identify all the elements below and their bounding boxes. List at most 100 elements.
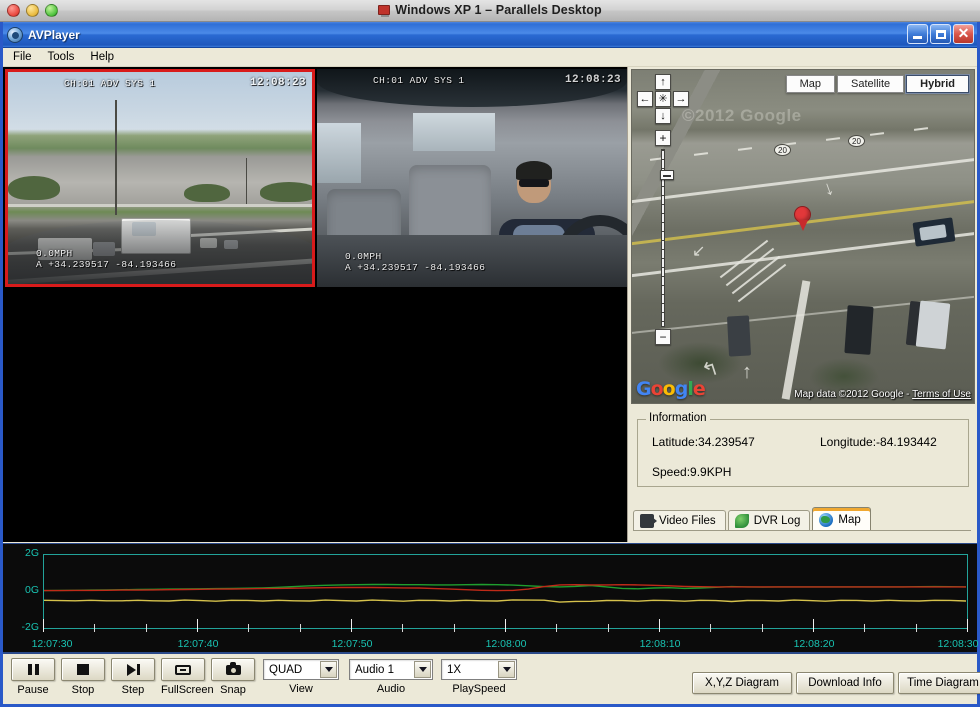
video-1-osd-speed: 0.0MPH <box>36 248 73 259</box>
close-button[interactable]: ✕ <box>953 24 974 44</box>
tab-map-label: Map <box>838 514 860 526</box>
speed-value: Speed:9.9KPH <box>652 465 731 479</box>
gforce-chart[interactable]: 2G0G-2G12:07:3012:07:4012:07:5012:08:001… <box>3 543 977 653</box>
xyz-diagram-button[interactable]: X,Y,Z Diagram <box>692 672 792 694</box>
cabin-camera-view: CH:01 ADV SYS 1 12:08:23 0.0MPH A +34.23… <box>317 69 627 287</box>
map-zoom-control[interactable]: + − <box>655 130 671 345</box>
map-pan-control[interactable]: ↑ ← ✳ → ↓ <box>637 74 689 120</box>
pause-icon <box>28 664 39 675</box>
snap-button[interactable] <box>211 658 255 681</box>
maximize-button[interactable] <box>930 24 951 44</box>
audio-select[interactable]: Audio 1 <box>349 659 433 680</box>
lane-arrow-2: ↑ <box>742 362 752 382</box>
fullscreen-control[interactable]: FullScreen <box>161 658 214 696</box>
stop-button[interactable] <box>61 658 105 681</box>
view-control[interactable]: QUAD View <box>263 659 339 695</box>
time-diagram-button[interactable]: Time Diagram <box>898 672 980 694</box>
chart-series-z <box>44 600 966 602</box>
information-legend: Information <box>646 412 710 424</box>
pause-label: Pause <box>11 684 55 696</box>
video-2-osd-channel: CH:01 ADV SYS 1 <box>373 75 465 86</box>
zoom-slider-track[interactable] <box>661 149 665 327</box>
tab-map[interactable]: Map <box>812 507 870 531</box>
longitude-value: Longitude:-84.193442 <box>820 435 937 449</box>
pan-down-icon[interactable]: ↓ <box>655 108 671 124</box>
map-attribution-text: Map data ©2012 Google - <box>794 389 912 400</box>
leaf-icon <box>735 514 749 528</box>
terms-of-use-link[interactable]: Terms of Use <box>912 389 971 400</box>
tab-dvr-log[interactable]: DVR Log <box>728 510 811 531</box>
globe-icon <box>819 513 833 527</box>
pan-right-icon[interactable]: → <box>673 91 689 107</box>
video-2-osd-telemetry: 0.0MPH A +34.239517 -84.193466 <box>345 251 485 273</box>
stop-icon <box>77 664 89 675</box>
map-type-satellite[interactable]: Satellite <box>837 75 904 93</box>
video-cell-4[interactable] <box>317 289 627 537</box>
zoom-slider-thumb[interactable] <box>660 170 674 180</box>
tab-video-files[interactable]: Video Files <box>633 510 726 531</box>
zoom-in-button[interactable]: + <box>655 130 671 146</box>
route-shield-2: 20 <box>848 135 865 147</box>
view-label: View <box>263 683 339 695</box>
playspeed-select[interactable]: 1X <box>441 659 517 680</box>
map-attribution: Map data ©2012 Google - Terms of Use <box>794 389 971 400</box>
video-cell-3[interactable] <box>5 289 315 537</box>
pan-up-icon[interactable]: ↑ <box>655 74 671 90</box>
map-type-hybrid[interactable]: Hybrid <box>906 75 969 93</box>
step-button[interactable] <box>111 658 155 681</box>
latitude-value: Latitude:34.239547 <box>652 435 755 449</box>
step-control[interactable]: Step <box>111 658 155 696</box>
video-cell-2[interactable]: CH:01 ADV SYS 1 12:08:23 0.0MPH A +34.23… <box>317 69 627 287</box>
stop-control[interactable]: Stop <box>61 658 105 696</box>
audio-control[interactable]: Audio 1 Audio <box>349 659 433 695</box>
panel-tabs[interactable]: Video Files DVR Log Map <box>633 507 873 531</box>
fullscreen-button[interactable] <box>161 658 205 681</box>
menu-bar[interactable]: File Tools Help <box>3 48 977 67</box>
video-2-osd-time: 12:08:23 <box>565 74 621 86</box>
chevron-down-icon[interactable] <box>320 661 337 678</box>
snap-control[interactable]: Snap <box>211 658 255 696</box>
map-type-switcher[interactable]: Map Satellite Hybrid <box>786 75 969 93</box>
road-camera-view: CH:01 ADV SYS 1 12:08:23 0.0MPH A +34.23… <box>8 72 312 284</box>
lane-arrow-3: ↑ <box>821 179 837 201</box>
minimize-icon <box>913 36 922 39</box>
app-title-bar: AVPlayer ✕ <box>3 22 977 48</box>
snap-label: Snap <box>211 684 255 696</box>
pan-left-icon[interactable]: ← <box>637 91 653 107</box>
map-type-map[interactable]: Map <box>786 75 835 93</box>
map-view[interactable]: ©2012 Google 20 20 ↰ ↑ ↑ ↙ <box>631 69 975 404</box>
chevron-down-icon[interactable] <box>414 661 431 678</box>
playspeed-control[interactable]: 1X PlaySpeed <box>441 659 517 695</box>
lane-arrow-4: ↙ <box>692 244 705 260</box>
location-marker[interactable] <box>794 206 811 232</box>
gforce-chart-plot: 2G0G-2G12:07:3012:07:4012:07:5012:08:001… <box>3 544 977 652</box>
window-body: CH:01 ADV SYS 1 12:08:23 0.0MPH A +34.23… <box>3 67 977 704</box>
step-icon <box>127 664 140 676</box>
zoom-out-button[interactable]: − <box>655 329 671 345</box>
chevron-down-icon[interactable] <box>498 661 515 678</box>
tab-video-files-label: Video Files <box>659 515 716 527</box>
menu-item-tools[interactable]: Tools <box>40 49 83 65</box>
menu-item-help[interactable]: Help <box>82 49 122 65</box>
pause-button[interactable] <box>11 658 55 681</box>
tabs-divider <box>633 530 971 531</box>
video-cell-1[interactable]: CH:01 ADV SYS 1 12:08:23 0.0MPH A +34.23… <box>5 69 315 287</box>
video-1-osd-telemetry: 0.0MPH A +34.239517 -84.193466 <box>36 248 176 270</box>
pan-center-icon[interactable]: ✳ <box>655 91 671 107</box>
window-controls[interactable]: ✕ <box>907 24 974 44</box>
download-info-button[interactable]: Download Info <box>796 672 894 694</box>
screen: Windows XP 1 – Parallels Desktop AVPlaye… <box>0 0 980 707</box>
pause-control[interactable]: Pause <box>11 658 55 696</box>
map-watermark: ©2012 Google <box>682 106 802 126</box>
google-logo: Google <box>636 378 705 400</box>
route-shield-1: 20 <box>774 144 791 156</box>
video-1-osd-coords: A +34.239517 -84.193466 <box>36 259 176 270</box>
view-select[interactable]: QUAD <box>263 659 339 680</box>
menu-item-file[interactable]: File <box>5 49 40 65</box>
tab-dvr-log-label: DVR Log <box>754 515 801 527</box>
playspeed-select-value: 1X <box>447 664 461 676</box>
avplayer-icon <box>7 27 23 43</box>
minimize-button[interactable] <box>907 24 928 44</box>
step-label: Step <box>111 684 155 696</box>
marker-tip-icon <box>798 220 808 231</box>
